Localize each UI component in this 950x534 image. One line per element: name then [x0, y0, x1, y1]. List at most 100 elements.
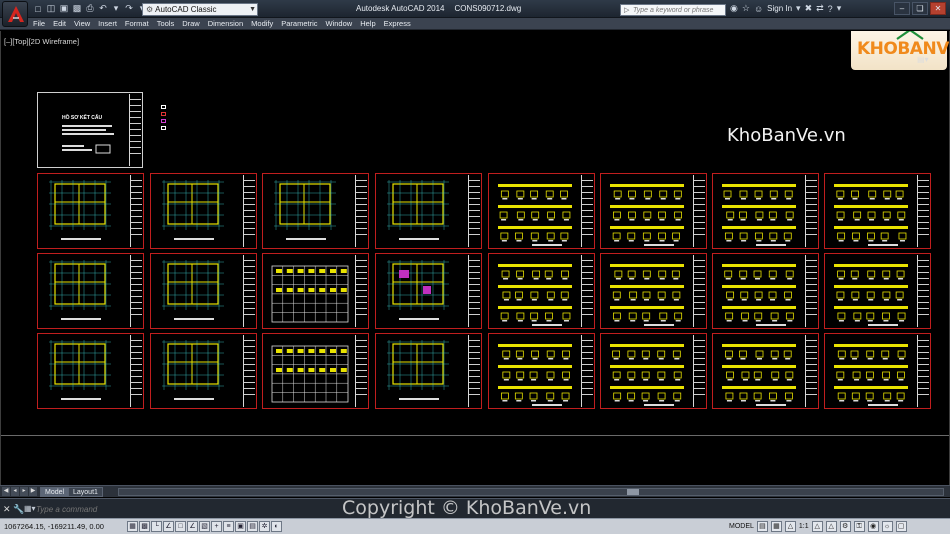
autoscale-icon[interactable]: △: [825, 521, 837, 532]
ortho-toggle-icon[interactable]: └: [151, 521, 162, 532]
title-block: [805, 335, 817, 407]
sheet-drawing-graphic: [162, 260, 224, 320]
menu-file[interactable]: File: [33, 19, 53, 29]
ducs-toggle-icon[interactable]: ▧: [199, 521, 210, 532]
new-icon[interactable]: □: [32, 2, 44, 15]
last-tab-icon[interactable]: ▶: [29, 487, 37, 496]
annotation-visibility-icon[interactable]: △: [811, 521, 823, 532]
menu-window[interactable]: Window: [326, 19, 361, 29]
open-icon[interactable]: ◫: [45, 2, 57, 15]
save-icon[interactable]: ▣: [58, 2, 70, 15]
minimize-button[interactable]: –: [894, 2, 910, 15]
undo-dropdown-icon[interactable]: ▾: [110, 2, 122, 15]
undo-icon[interactable]: ↶: [97, 2, 109, 15]
drawing-sheet: [150, 173, 257, 249]
otrack-toggle-icon[interactable]: ∠: [187, 521, 198, 532]
menu-tools[interactable]: Tools: [157, 19, 183, 29]
menu-help[interactable]: Help: [360, 19, 383, 29]
cover-notes-graphic: [62, 125, 114, 154]
tpy-toggle-icon[interactable]: ▣: [235, 521, 246, 532]
scrollbar-thumb[interactable]: [627, 489, 639, 495]
drawing-sheet: [600, 173, 707, 249]
clean-screen-icon[interactable]: ▢: [895, 521, 907, 532]
quick-view-layouts-icon[interactable]: ▤: [756, 521, 768, 532]
close-button[interactable]: ✕: [930, 2, 946, 15]
workspace-switch-icon[interactable]: ⚙: [839, 521, 851, 532]
sign-in-link[interactable]: Sign In: [767, 4, 792, 13]
title-block: [917, 255, 929, 327]
qp-toggle-icon[interactable]: ▤: [247, 521, 258, 532]
sheet-drawing-graphic: [722, 264, 796, 326]
tab-model[interactable]: Model: [40, 487, 70, 497]
search-placeholder: Type a keyword or phrase: [633, 7, 714, 14]
sheet-drawing-graphic: [722, 184, 796, 246]
help-icon[interactable]: ?: [828, 4, 833, 14]
drawing-canvas[interactable]: [–][Top][2D Wireframe] KHOBANVE ▤▾ KhoBa…: [0, 31, 950, 485]
menu-parametric[interactable]: Parametric: [281, 19, 325, 29]
sheet-drawing-graphic: [274, 180, 336, 240]
hardware-acceleration-icon[interactable]: ◉: [867, 521, 879, 532]
user-icon[interactable]: ☺: [754, 4, 763, 14]
lock-icon[interactable]: ⚿: [853, 521, 865, 532]
menu-edit[interactable]: Edit: [53, 19, 74, 29]
lwt-toggle-icon[interactable]: ≡: [223, 521, 234, 532]
tab-layout1[interactable]: Layout1: [68, 487, 103, 497]
horizontal-scrollbar[interactable]: [118, 488, 944, 496]
sign-in-dropdown-icon[interactable]: ▾: [796, 3, 801, 14]
sc-toggle-icon[interactable]: ✲: [259, 521, 270, 532]
menu-format[interactable]: Format: [125, 19, 157, 29]
sheet-drawing-graphic: [834, 184, 908, 246]
help-dropdown-icon[interactable]: ▾: [837, 3, 842, 14]
quick-view-drawings-icon[interactable]: ▦: [770, 521, 782, 532]
isolate-objects-icon[interactable]: ☼: [881, 521, 893, 532]
brand-logo: KHOBANVE: [851, 31, 949, 70]
menu-insert[interactable]: Insert: [98, 19, 125, 29]
dyn-toggle-icon[interactable]: +: [211, 521, 222, 532]
sheet-drawing-graphic: [387, 180, 449, 240]
exchange-icon[interactable]: ⇄: [816, 3, 824, 14]
menu-draw[interactable]: Draw: [182, 19, 208, 29]
print-icon[interactable]: ⎙: [84, 2, 96, 15]
saveas-icon[interactable]: ▩: [71, 2, 83, 15]
command-prompt-icon[interactable]: ▦▾: [24, 504, 36, 513]
cart-icon[interactable]: ✖: [805, 3, 813, 14]
app-name: Autodesk AutoCAD 2014: [356, 4, 445, 13]
title-block: [129, 94, 141, 166]
viewport-controls-label[interactable]: [–][Top][2D Wireframe]: [4, 37, 79, 46]
legend-swatch-magenta: [161, 119, 166, 123]
star-icon[interactable]: ☆: [742, 3, 750, 14]
wrench-icon[interactable]: 🔧: [13, 504, 24, 515]
model-space-label[interactable]: MODEL: [729, 523, 754, 530]
coordinate-readout[interactable]: 1067264.15, -169211.49, 0.00: [4, 522, 104, 531]
binoculars-icon[interactable]: ◉: [730, 3, 738, 14]
drawing-sheet: [488, 253, 595, 329]
next-tab-icon[interactable]: ▸: [20, 487, 28, 496]
first-tab-icon[interactable]: ◀: [2, 487, 10, 496]
menu-modify[interactable]: Modify: [251, 19, 281, 29]
title-block: [693, 175, 705, 247]
menu-dimension[interactable]: Dimension: [208, 19, 251, 29]
close-icon[interactable]: ✕: [3, 504, 11, 515]
polar-toggle-icon[interactable]: ∠: [163, 521, 174, 532]
workspace-name: AutoCAD Classic: [155, 5, 217, 14]
workspace-gear-icon: ⚙: [146, 5, 154, 14]
restore-button[interactable]: ❏: [912, 2, 928, 15]
redo-icon[interactable]: ↷: [123, 2, 135, 15]
search-input[interactable]: ▷ Type a keyword or phrase: [620, 4, 726, 16]
menu-view[interactable]: View: [74, 19, 98, 29]
osnap-toggle-icon[interactable]: □: [175, 521, 186, 532]
menu-express[interactable]: Express: [384, 19, 419, 29]
grid-toggle-icon[interactable]: ▩: [139, 521, 150, 532]
annotation-scale-icon[interactable]: △: [784, 521, 796, 532]
prev-tab-icon[interactable]: ◂: [11, 487, 19, 496]
am-toggle-icon[interactable]: ◐: [271, 521, 282, 532]
workspace-dropdown[interactable]: ⚙ AutoCAD Classic ▼: [142, 3, 258, 16]
viewcube-menu-icon[interactable]: ▤▾: [917, 55, 929, 64]
title-block: [917, 175, 929, 247]
drawing-sheet: [712, 253, 819, 329]
application-menu-button[interactable]: [2, 1, 28, 27]
title-block: [581, 335, 593, 407]
annotation-scale-value[interactable]: 1:1: [799, 523, 809, 530]
snap-toggle-icon[interactable]: ▦: [127, 521, 138, 532]
drawing-sheet: [37, 173, 144, 249]
